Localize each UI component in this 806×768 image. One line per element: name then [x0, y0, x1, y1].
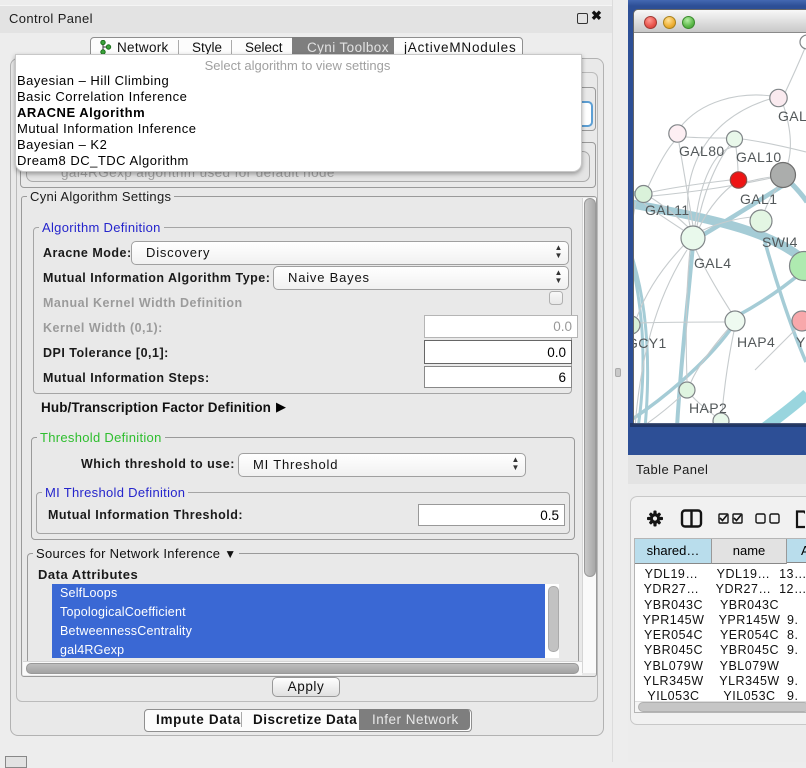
svg-text:GAL10: GAL10 [736, 149, 782, 165]
svg-text:GAL7: GAL7 [778, 108, 806, 124]
svg-text:GAL4: GAL4 [694, 255, 731, 271]
svg-text:YM: YM [796, 334, 806, 350]
svg-text:HAP4: HAP4 [737, 334, 775, 350]
svg-text:HAP2: HAP2 [689, 400, 727, 416]
svg-text:SWI4: SWI4 [762, 234, 798, 250]
svg-text:GAL1: GAL1 [740, 191, 777, 207]
svg-text:GCY1: GCY1 [634, 335, 667, 351]
svg-text:GAL11: GAL11 [645, 202, 690, 218]
svg-text:GAL80: GAL80 [679, 143, 725, 159]
